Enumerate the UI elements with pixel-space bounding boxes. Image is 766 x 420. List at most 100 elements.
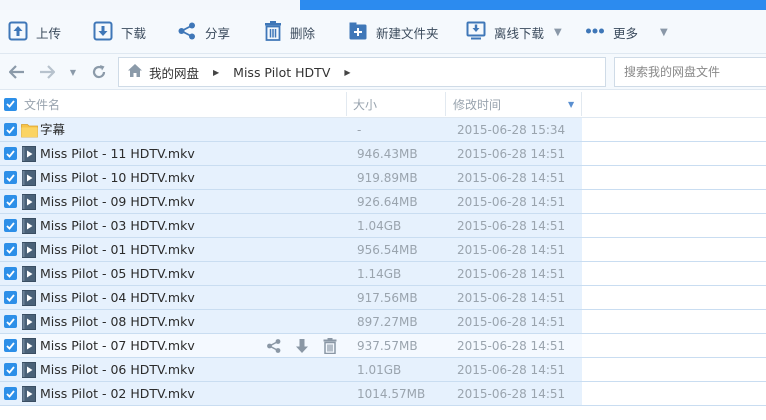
row-checkbox[interactable] xyxy=(4,195,17,208)
home-icon[interactable] xyxy=(127,63,143,81)
file-name[interactable]: Miss Pilot - 08 HDTV.mkv xyxy=(40,310,195,334)
column-header-name[interactable]: 文件名 xyxy=(24,90,60,118)
file-size: 1.14GB xyxy=(357,267,402,281)
offline-download-button[interactable]: 离线下载 ▼ xyxy=(466,10,562,54)
file-size: 1014.57MB xyxy=(357,387,426,401)
file-row[interactable]: Miss Pilot - 10 HDTV.mkv 919.89MB 2015-06-… xyxy=(0,166,766,190)
delete-button[interactable]: 删除 xyxy=(264,10,315,54)
checkmark-icon xyxy=(4,123,17,136)
file-row[interactable]: Miss Pilot - 09 HDTV.mkv 926.64MB 2015-06-… xyxy=(0,190,766,214)
file-date: 2015-06-28 14:51 xyxy=(457,339,566,353)
column-header-modified[interactable]: 修改时间 xyxy=(453,90,501,118)
column-header-size[interactable]: 大小 xyxy=(353,90,377,118)
video-file-icon xyxy=(22,362,36,378)
column-divider[interactable] xyxy=(581,92,582,116)
file-name[interactable]: Miss Pilot - 06 HDTV.mkv xyxy=(40,358,195,382)
trash-icon[interactable] xyxy=(322,338,338,354)
file-size: 926.64MB xyxy=(357,195,418,209)
chevron-down-icon[interactable]: ▼ xyxy=(660,27,668,38)
back-arrow-icon[interactable] xyxy=(8,63,26,81)
chevron-down-icon[interactable]: ▼ xyxy=(554,27,562,38)
file-size: 919.89MB xyxy=(357,171,418,185)
file-name[interactable]: Miss Pilot - 04 HDTV.mkv xyxy=(40,286,195,310)
file-row[interactable]: Miss Pilot - 01 HDTV.mkv 956.54MB 2015-06-… xyxy=(0,238,766,262)
row-checkbox[interactable] xyxy=(4,291,17,304)
column-divider[interactable] xyxy=(445,92,446,116)
file-size: 897.27MB xyxy=(357,315,418,329)
row-trailing-space xyxy=(582,118,766,141)
search-input[interactable] xyxy=(624,65,764,79)
file-name[interactable]: Miss Pilot - 07 HDTV.mkv xyxy=(40,334,195,358)
offline-download-label: 离线下载 xyxy=(494,25,545,41)
download-icon[interactable] xyxy=(294,338,310,354)
history-dropdown-icon[interactable]: ▼ xyxy=(64,63,82,81)
video-file-icon xyxy=(22,146,36,162)
file-name[interactable]: Miss Pilot - 09 HDTV.mkv xyxy=(40,190,195,214)
checkmark-icon xyxy=(4,243,17,256)
upload-button[interactable]: 上传 xyxy=(8,10,61,54)
file-date: 2015-06-28 14:51 xyxy=(457,147,566,161)
new-folder-label: 新建文件夹 xyxy=(376,25,439,41)
sort-desc-icon[interactable]: ▼ xyxy=(568,90,574,118)
file-size: 1.01GB xyxy=(357,363,402,377)
column-divider[interactable] xyxy=(346,92,347,116)
file-row[interactable]: Miss Pilot - 07 HDTV.mkv 937.57MB 2015-06-… xyxy=(0,334,766,358)
select-all-checkbox[interactable] xyxy=(4,90,17,118)
file-row[interactable]: Miss Pilot - 08 HDTV.mkv 897.27MB 2015-06-… xyxy=(0,310,766,334)
row-checkbox[interactable] xyxy=(4,243,17,256)
file-row[interactable]: Miss Pilot - 03 HDTV.mkv 1.04GB 2015-06-28… xyxy=(0,214,766,238)
file-date: 2015-06-28 14:51 xyxy=(457,243,566,257)
top-accent-bar xyxy=(300,0,766,10)
file-name[interactable]: Miss Pilot - 10 HDTV.mkv xyxy=(40,166,195,190)
file-row[interactable]: Miss Pilot - 06 HDTV.mkv 1.01GB 2015-06-28… xyxy=(0,358,766,382)
row-actions xyxy=(266,338,338,354)
file-row[interactable]: Miss Pilot - 02 HDTV.mkv 1014.57MB 2015-06… xyxy=(0,382,766,406)
file-name[interactable]: Miss Pilot - 11 HDTV.mkv xyxy=(40,142,195,166)
row-checkbox[interactable] xyxy=(4,339,17,352)
file-name[interactable]: Miss Pilot - 02 HDTV.mkv xyxy=(40,382,195,406)
download-button[interactable]: 下载 xyxy=(93,10,146,54)
breadcrumb-item-current[interactable]: Miss Pilot HDTV xyxy=(233,65,330,80)
row-checkbox[interactable] xyxy=(4,267,17,280)
more-dots-icon xyxy=(585,21,605,44)
file-row[interactable]: Miss Pilot - 05 HDTV.mkv 1.14GB 2015-06-28… xyxy=(0,262,766,286)
share-icon[interactable] xyxy=(266,338,282,354)
refresh-icon[interactable] xyxy=(90,63,108,81)
row-checkbox[interactable] xyxy=(4,171,17,184)
more-button[interactable]: 更多 ▼ xyxy=(585,10,668,54)
file-date: 2015-06-28 14:51 xyxy=(457,291,566,305)
row-trailing-space xyxy=(582,238,766,261)
forward-arrow-icon[interactable] xyxy=(38,63,56,81)
row-checkbox[interactable] xyxy=(4,315,17,328)
row-checkbox[interactable] xyxy=(4,387,17,400)
row-checkbox[interactable] xyxy=(4,363,17,376)
breadcrumb-item-root[interactable]: 我的网盘 xyxy=(149,63,199,82)
upload-label: 上传 xyxy=(36,25,62,41)
checkmark-icon xyxy=(4,171,17,184)
checkmark-icon xyxy=(4,363,17,376)
checkmark-icon xyxy=(4,219,17,232)
download-icon xyxy=(93,21,113,44)
file-row[interactable]: Miss Pilot - 04 HDTV.mkv 917.56MB 2015-06-… xyxy=(0,286,766,310)
file-name[interactable]: Miss Pilot - 03 HDTV.mkv xyxy=(40,214,195,238)
row-checkbox[interactable] xyxy=(4,219,17,232)
folder-row[interactable]: 字幕 - 2015-06-28 15:34 xyxy=(0,118,766,142)
checkmark-icon xyxy=(4,195,17,208)
breadcrumb-separator-icon: ▶ xyxy=(344,67,351,77)
file-name[interactable]: Miss Pilot - 05 HDTV.mkv xyxy=(40,262,195,286)
share-button[interactable]: 分享 xyxy=(177,10,230,54)
video-file-icon xyxy=(22,194,36,210)
file-name[interactable]: Miss Pilot - 01 HDTV.mkv xyxy=(40,238,195,262)
row-checkbox[interactable] xyxy=(4,147,17,160)
video-file-icon xyxy=(22,338,36,354)
video-file-icon xyxy=(22,266,36,282)
row-checkbox[interactable] xyxy=(4,123,17,136)
top-strip xyxy=(0,0,766,10)
file-name[interactable]: 字幕 xyxy=(40,118,65,142)
new-folder-button[interactable]: 新建文件夹 xyxy=(348,10,439,54)
file-size: 956.54MB xyxy=(357,243,418,257)
video-file-icon xyxy=(22,314,36,330)
file-date: 2015-06-28 15:34 xyxy=(457,123,566,137)
row-trailing-space xyxy=(582,358,766,381)
file-row[interactable]: Miss Pilot - 11 HDTV.mkv 946.43MB 2015-06-… xyxy=(0,142,766,166)
